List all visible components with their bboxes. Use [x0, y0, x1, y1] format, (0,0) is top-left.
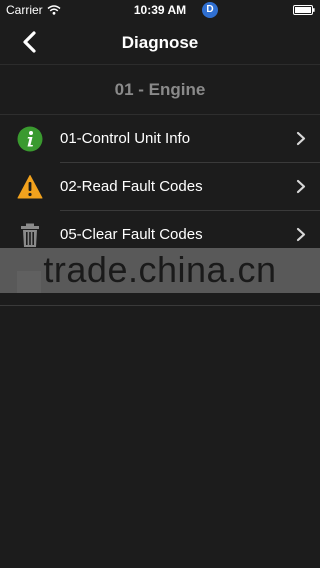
trash-icon — [21, 223, 39, 247]
battery-icon — [293, 5, 315, 15]
list-item-read-fault-codes[interactable]: 02-Read Fault Codes — [0, 163, 320, 211]
list-item-label: 01-Control Unit Info — [60, 130, 191, 147]
info-icon — [17, 126, 43, 152]
chevron-right-icon — [296, 179, 306, 194]
list-item-label: 05-Clear Fault Codes — [60, 226, 203, 243]
section-header: 01 - Engine — [0, 65, 320, 115]
status-bar: Carrier 10:39 AM D — [0, 0, 320, 20]
chevron-right-icon — [296, 131, 306, 146]
nav-bar: Diagnose — [0, 20, 320, 65]
menu-list: 01-Control Unit Info 02-Read Fault Codes… — [0, 115, 320, 259]
warning-icon — [17, 175, 43, 199]
chevron-right-icon — [296, 227, 306, 242]
watermark: trade.china.cn — [43, 249, 277, 290]
list-item-control-unit-info[interactable]: 01-Control Unit Info — [0, 115, 320, 163]
list-item-label: 02-Read Fault Codes — [60, 178, 203, 195]
page-title: Diagnose — [121, 33, 199, 52]
status-time: 10:39 AM — [133, 3, 187, 17]
status-badge: D — [202, 2, 218, 18]
